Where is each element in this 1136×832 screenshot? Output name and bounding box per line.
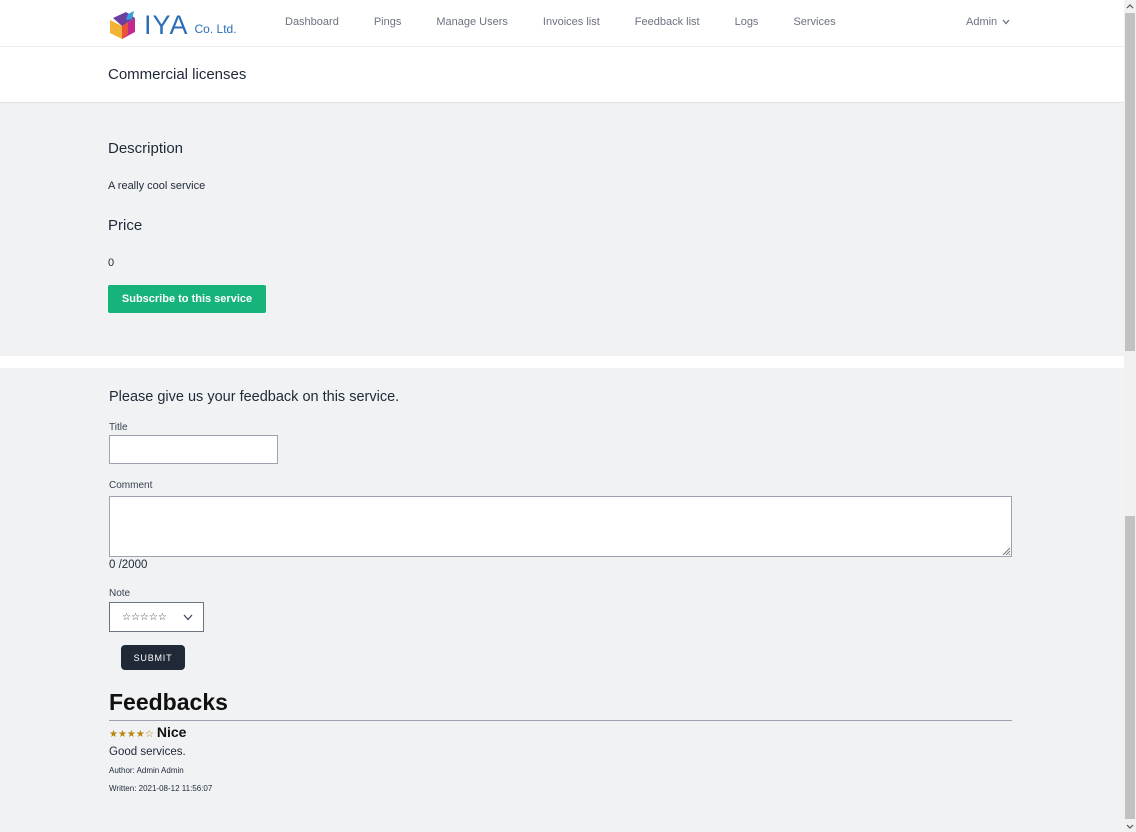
page-title: Commercial licenses (108, 66, 247, 83)
feedbacks-divider (109, 720, 1012, 721)
review-author: Author: Admin Admin (109, 766, 184, 775)
nav-dashboard[interactable]: Dashboard (285, 16, 339, 28)
feedbacks-heading: Feedbacks (109, 689, 228, 715)
note-selected-value: ☆☆☆☆☆ (122, 611, 167, 623)
user-menu-label: Admin (966, 16, 998, 28)
nav-pings[interactable]: Pings (374, 16, 402, 28)
nav-links: Dashboard Pings Manage Users Invoices li… (285, 16, 871, 28)
resize-grip-icon[interactable] (1001, 546, 1011, 556)
page-header: Commercial licenses (0, 47, 1124, 103)
submit-button[interactable]: SUBMIT (121, 645, 185, 670)
scrollbar-thumb-secondary[interactable] (1125, 516, 1135, 819)
review-body: Good services. (109, 746, 186, 758)
description-text: A really cool service (108, 180, 206, 192)
comment-counter: 0 /2000 (109, 559, 148, 571)
comment-textarea[interactable] (109, 496, 1012, 557)
title-input[interactable] (109, 435, 278, 464)
review-title: Nice (156, 724, 187, 740)
chevron-down-icon (183, 614, 193, 621)
note-label: Note (109, 588, 131, 599)
comment-label: Comment (109, 480, 153, 491)
scroll-down-icon[interactable] (1124, 820, 1136, 832)
price-value: 0 (108, 257, 115, 269)
note-select[interactable]: ☆☆☆☆☆ (109, 602, 204, 632)
nav-logs[interactable]: Logs (735, 16, 759, 28)
scrollbar-thumb[interactable] (1125, 13, 1135, 351)
description-heading: Description (108, 140, 184, 157)
nav-invoices-list[interactable]: Invoices list (543, 16, 600, 28)
book-logo-icon (110, 11, 135, 39)
feedback-form-heading: Please give us your feedback on this ser… (109, 389, 400, 405)
nav-manage-users[interactable]: Manage Users (436, 16, 508, 28)
service-details: Description A really cool service Price … (0, 103, 1124, 356)
brand-logo[interactable]: IYA Co. Ltd. (108, 6, 237, 40)
brand-name: IYA (144, 10, 189, 40)
scroll-up-icon[interactable] (1124, 0, 1136, 12)
brand-suffix: Co. Ltd. (194, 22, 237, 36)
top-navbar: IYA Co. Ltd. Dashboard Pings Manage User… (0, 0, 1124, 47)
review-rating: ★★★★☆ (109, 729, 154, 740)
section-divider (0, 356, 1124, 368)
title-label: Title (109, 422, 128, 433)
review-header: ★★★★☆ Nice (109, 724, 186, 740)
review-date: Written: 2021-08-12 11:56:07 (109, 784, 213, 793)
user-menu[interactable]: Admin (966, 16, 1010, 28)
price-heading: Price (108, 217, 143, 234)
feedback-section: Please give us your feedback on this ser… (0, 368, 1124, 832)
chevron-down-icon (1002, 19, 1010, 25)
subscribe-button[interactable]: Subscribe to this service (108, 285, 266, 313)
nav-services[interactable]: Services (793, 16, 835, 28)
nav-feedback-list[interactable]: Feedback list (635, 16, 700, 28)
